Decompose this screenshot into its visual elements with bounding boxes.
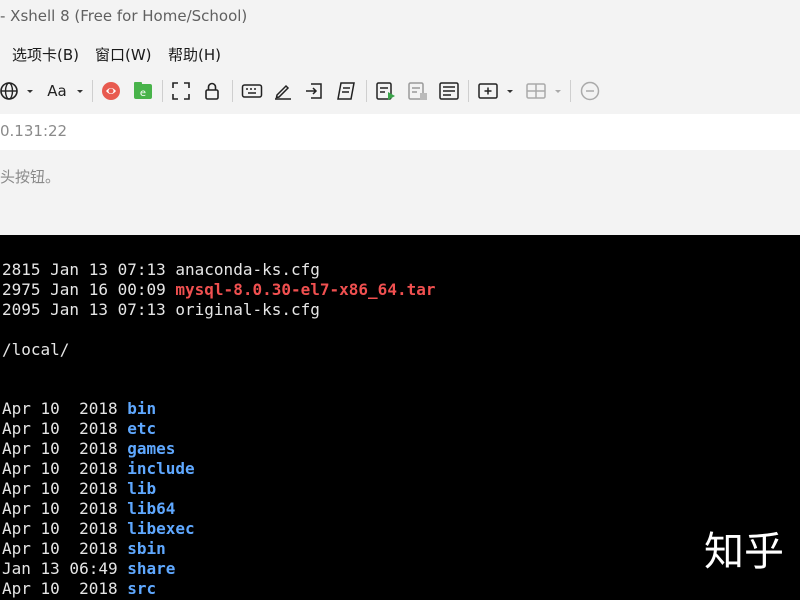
directory-name: share [127, 559, 176, 578]
globe-icon[interactable] [0, 79, 20, 103]
line-prefix: 2815 Jan 13 07:13 [2, 260, 176, 279]
toolbar: Aa e [0, 72, 800, 110]
toolbar-divider [570, 80, 571, 102]
directory-name: sbin [127, 539, 166, 558]
path-text: /local/ [2, 340, 70, 359]
toolbar-divider [92, 80, 93, 102]
line-prefix: Apr 10 2018 [2, 459, 128, 478]
directory-name: src [127, 579, 157, 598]
log-icon[interactable] [437, 79, 461, 103]
compose-icon[interactable] [272, 79, 294, 103]
directory-name: lib [127, 479, 157, 498]
line-prefix: Apr 10 2018 [2, 419, 128, 438]
chevron-down-icon[interactable] [504, 79, 516, 103]
hint-text: 头按钮。 [0, 168, 61, 186]
archive-file-name: mysql-8.0.30-el7-x86_64.tar [175, 280, 436, 299]
zhihu-watermark: 知乎 [704, 529, 784, 575]
line-prefix: 2095 Jan 13 07:13 [2, 300, 176, 319]
xshell-icon[interactable] [99, 79, 123, 103]
line-prefix: 2975 Jan 16 00:09 [2, 280, 176, 299]
chevron-down-icon[interactable] [24, 79, 36, 103]
layout-icon[interactable] [524, 79, 548, 103]
directory-name: etc [127, 419, 157, 438]
terminal-line: Apr 10 2018 src [2, 579, 156, 599]
line-prefix: Apr 10 2018 [2, 439, 128, 458]
keyboard-icon[interactable] [240, 79, 264, 103]
script-icon[interactable] [334, 79, 358, 103]
log-start-icon[interactable] [374, 79, 398, 103]
transfer-icon[interactable] [303, 79, 325, 103]
line-prefix: Apr 10 2018 [2, 579, 128, 598]
new-tab-icon[interactable] [476, 79, 500, 103]
terminal-line: Apr 10 2018 libexec [2, 519, 195, 539]
line-prefix: Jan 13 06:49 [2, 559, 128, 578]
window-title: - Xshell 8 (Free for Home/School) [0, 7, 248, 25]
terminal-line: 2815 Jan 13 07:13 anaconda-ks.cfg [2, 260, 320, 280]
terminal-line: 2095 Jan 13 07:13 original-ks.cfg [2, 300, 320, 320]
terminal[interactable]: 2815 Jan 13 07:13 anaconda-ks.cfg 2975 J… [0, 235, 800, 600]
fullscreen-icon[interactable] [170, 79, 192, 103]
chevron-down-icon[interactable] [552, 79, 564, 103]
terminal-line: Apr 10 2018 include [2, 459, 195, 479]
terminal-line: Apr 10 2018 bin [2, 399, 156, 419]
hint-panel: 头按钮。 [0, 152, 800, 234]
file-name: original-ks.cfg [175, 300, 320, 319]
svg-text:e: e [140, 88, 146, 99]
menu-tabs[interactable]: 选项卡(B) [12, 44, 79, 65]
line-prefix: Apr 10 2018 [2, 499, 128, 518]
file-name: anaconda-ks.cfg [175, 260, 320, 279]
menu-help[interactable]: 帮助(H) [168, 44, 221, 65]
title-bar: - Xshell 8 (Free for Home/School) [0, 0, 800, 34]
line-prefix: Apr 10 2018 [2, 479, 128, 498]
line-prefix: Apr 10 2018 [2, 399, 128, 418]
directory-name: games [127, 439, 176, 458]
terminal-line: Apr 10 2018 etc [2, 419, 156, 439]
toolbar-divider [468, 80, 469, 102]
terminal-line: 2975 Jan 16 00:09 mysql-8.0.30-el7-x86_6… [2, 280, 435, 300]
toolbar-divider [232, 80, 233, 102]
directory-name: include [127, 459, 195, 478]
toolbar-divider [162, 80, 163, 102]
log-stop-icon[interactable] [406, 79, 430, 103]
directory-name: lib64 [127, 499, 176, 518]
terminal-line: Apr 10 2018 lib [2, 479, 156, 499]
line-prefix: Apr 10 2018 [2, 539, 128, 558]
chevron-down-icon[interactable] [74, 79, 86, 103]
lock-icon[interactable] [201, 79, 223, 103]
terminal-line: Jan 13 06:49 share [2, 559, 175, 579]
font-icon[interactable]: Aa [44, 79, 70, 103]
menu-window[interactable]: 窗口(W) [95, 44, 152, 65]
chat-icon[interactable] [578, 79, 602, 103]
terminal-line: Apr 10 2018 lib64 [2, 499, 175, 519]
terminal-line: /local/ [2, 340, 69, 360]
toolbar-divider [366, 80, 367, 102]
directory-name: libexec [127, 519, 195, 538]
terminal-line: Apr 10 2018 games [2, 439, 175, 459]
directory-name: bin [127, 399, 157, 418]
terminal-line: Apr 10 2018 sbin [2, 539, 166, 559]
address-bar[interactable]: 0.131:22 [0, 114, 800, 150]
xftp-icon[interactable]: e [131, 79, 155, 103]
line-prefix: Apr 10 2018 [2, 519, 128, 538]
menu-bar: 选项卡(B) 窗口(W) 帮助(H) [0, 38, 800, 70]
address-text: 0.131:22 [0, 122, 68, 140]
